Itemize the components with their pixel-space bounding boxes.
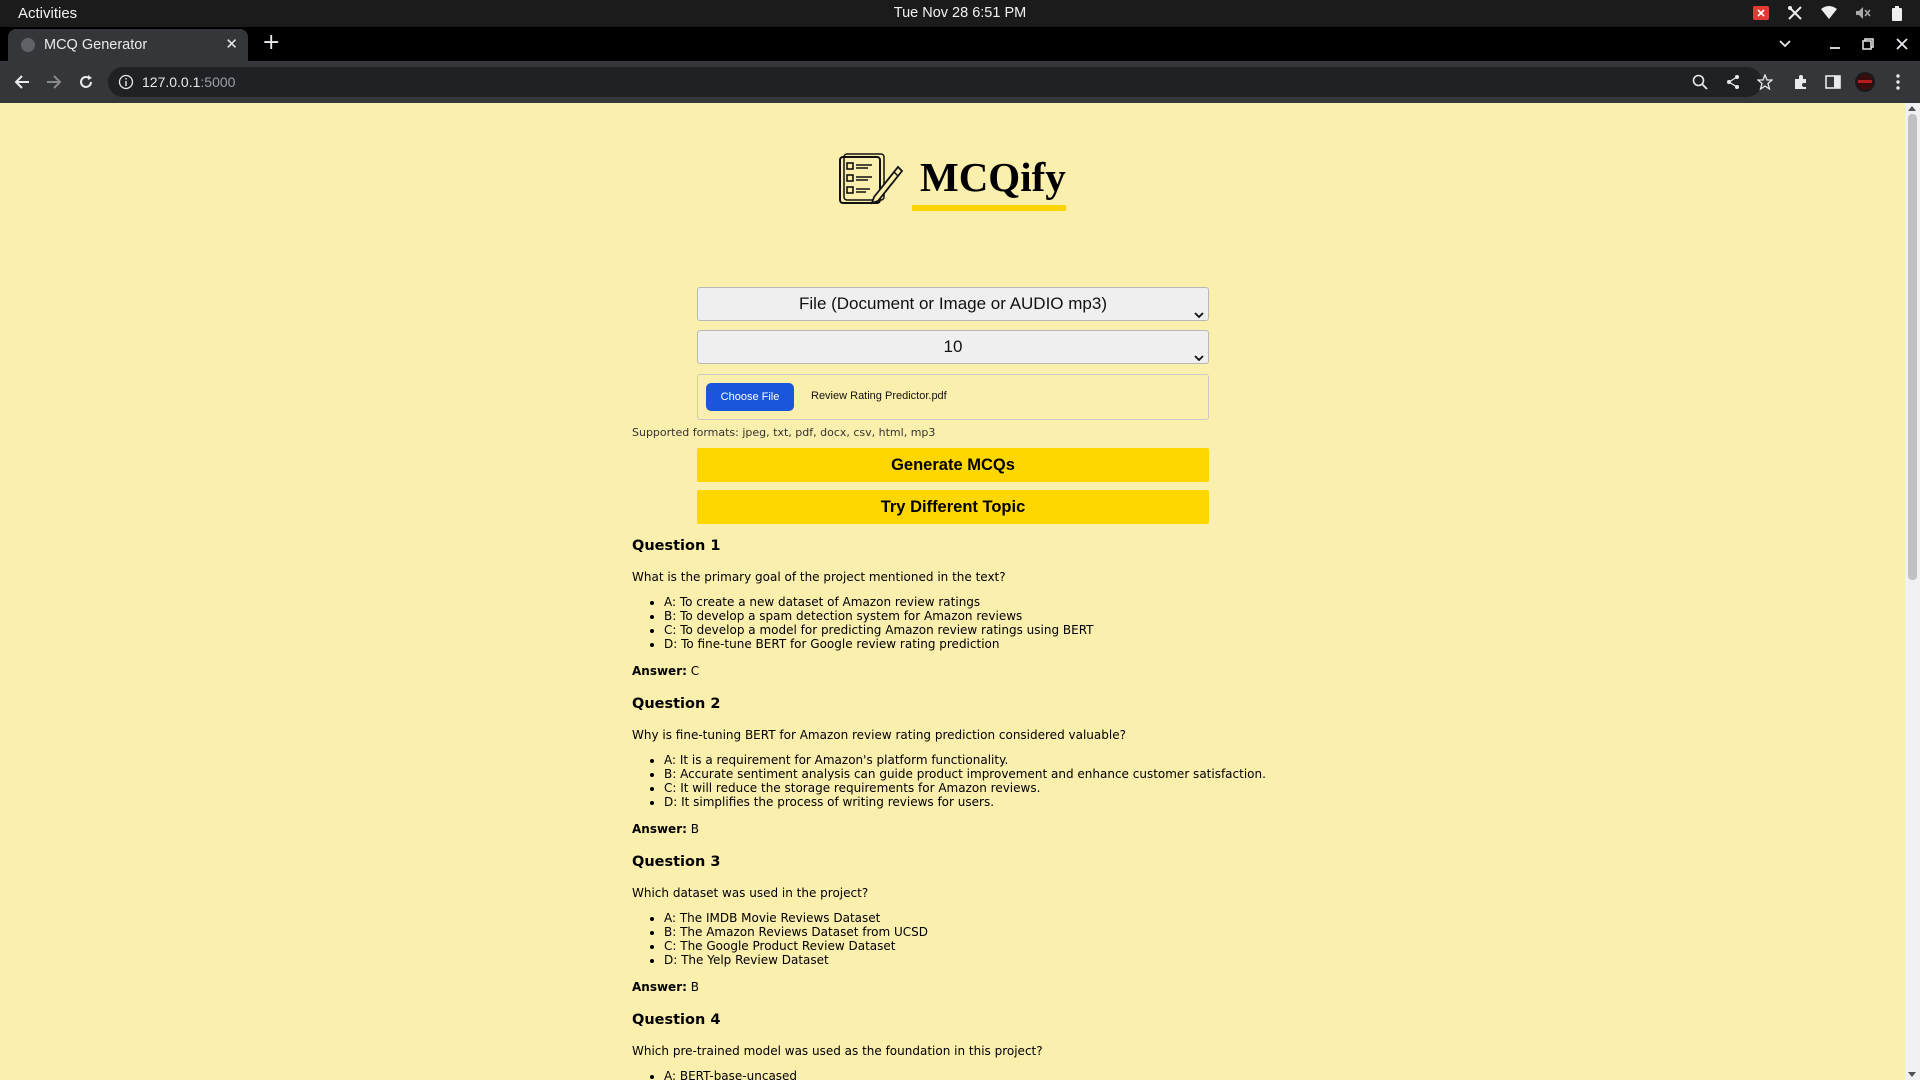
scrollbar-thumb[interactable] (1908, 114, 1917, 580)
browser-tab-strip: MCQ Generator ✕ (0, 27, 1920, 61)
browser-toolbar: 127.0.0.1:5000 (0, 61, 1920, 103)
chevron-down-icon (1194, 299, 1204, 319)
site-info-icon[interactable] (118, 74, 134, 90)
answer-label: Answer: (632, 980, 687, 994)
generate-mcqs-button[interactable]: Generate MCQs (697, 448, 1209, 482)
tab-mcq-generator[interactable]: MCQ Generator ✕ (8, 29, 248, 61)
minimize-icon[interactable] (1829, 27, 1841, 61)
close-tab-icon[interactable]: ✕ (225, 35, 238, 53)
option-item: A: It is a requirement for Amazon's plat… (664, 753, 1312, 767)
question-text: Which dataset was used in the project? (632, 886, 869, 900)
page-scrollbar[interactable] (1905, 103, 1920, 1080)
question-card: Question 1 What is the primary goal of t… (632, 538, 1312, 678)
try-different-topic-button[interactable]: Try Different Topic (697, 490, 1209, 524)
question-title: Question 2 (632, 696, 721, 712)
question-count-value: 10 (943, 337, 963, 356)
scroll-down-arrow-icon[interactable] (1908, 1072, 1916, 1077)
url-port: :5000 (200, 74, 236, 90)
options-list: A: To create a new dataset of Amazon rev… (632, 595, 1312, 651)
option-item: C: To develop a model for predicting Ama… (664, 623, 1312, 637)
chevron-down-icon (1194, 342, 1204, 362)
restore-icon[interactable] (1862, 27, 1874, 61)
chrome-menu-icon[interactable] (1888, 72, 1908, 92)
url-text: 127.0.0.1:5000 (142, 74, 235, 90)
question-title: Question 3 (632, 854, 721, 870)
choose-file-button[interactable]: Choose File (706, 383, 794, 411)
back-arrow-icon[interactable] (12, 72, 32, 92)
question-text: Which pre-trained model was used as the … (632, 1044, 1043, 1058)
options-list: A: The IMDB Movie Reviews Dataset B: The… (632, 911, 1312, 967)
options-list: A: BERT-base-uncased (632, 1069, 1312, 1080)
address-bar[interactable]: 127.0.0.1:5000 (108, 67, 1774, 97)
option-item: C: The Google Product Review Dataset (664, 939, 1312, 953)
clock[interactable]: Tue Nov 28 6:51 PM (0, 5, 1920, 21)
answer-value: B (690, 980, 699, 994)
option-item: A: The IMDB Movie Reviews Dataset (664, 911, 1312, 925)
extensions-puzzle-icon[interactable] (1791, 72, 1811, 92)
answer-line: Answer: C (632, 664, 1312, 678)
battery-icon[interactable] (1888, 4, 1906, 22)
quiz-checklist-icon (838, 153, 904, 207)
question-title: Question 1 (632, 538, 721, 554)
question-card: Question 4 Which pre-trained model was u… (632, 1012, 1312, 1080)
option-item: B: To develop a spam detection system fo… (664, 609, 1312, 623)
tab-search-icon[interactable] (1778, 27, 1792, 61)
system-top-bar: Activities Tue Nov 28 6:51 PM (0, 0, 1920, 27)
globe-icon (21, 38, 35, 52)
new-tab-button[interactable]: + (262, 30, 280, 55)
share-icon[interactable] (1725, 74, 1743, 92)
answer-line: Answer: B (632, 980, 1312, 994)
answer-label: Answer: (632, 822, 687, 836)
scroll-up-arrow-icon[interactable] (1908, 106, 1916, 111)
profile-avatar[interactable] (1855, 72, 1875, 92)
input-type-value: File (Document or Image or AUDIO mp3) (799, 294, 1107, 313)
question-card: Question 3 Which dataset was used in the… (632, 854, 1312, 994)
reload-icon[interactable] (76, 72, 96, 92)
page-content: MCQify File (Document or Image or AUDIO … (0, 103, 1905, 1080)
side-panel-icon[interactable] (1823, 72, 1843, 92)
option-item: D: The Yelp Review Dataset (664, 953, 1312, 967)
options-list: A: It is a requirement for Amazon's plat… (632, 753, 1312, 809)
wifi-icon[interactable] (1820, 4, 1838, 22)
answer-line: Answer: B (632, 822, 1312, 836)
selected-file-name: Review Rating Predictor.pdf (811, 390, 947, 402)
input-type-select[interactable]: File (Document or Image or AUDIO mp3) (697, 287, 1209, 321)
answer-label: Answer: (632, 664, 687, 678)
file-input[interactable]: Choose File Review Rating Predictor.pdf (697, 374, 1209, 420)
option-item: D: It simplifies the process of writing … (664, 795, 1312, 809)
screen-share-icon[interactable] (1752, 4, 1770, 22)
tab-title: MCQ Generator (44, 37, 148, 53)
option-item: A: To create a new dataset of Amazon rev… (664, 595, 1312, 609)
question-count-select[interactable]: 10 (697, 330, 1209, 364)
option-item: B: Accurate sentiment analysis can guide… (664, 767, 1312, 781)
option-item: C: It will reduce the storage requiremen… (664, 781, 1312, 795)
option-item: A: BERT-base-uncased (664, 1069, 1312, 1080)
brand-name: MCQify (920, 154, 1066, 200)
answer-value: C (690, 664, 700, 678)
option-item: B: The Amazon Reviews Dataset from UCSD (664, 925, 1312, 939)
forward-arrow-icon[interactable] (44, 72, 64, 92)
brand-underline (912, 205, 1066, 211)
option-item: D: To fine-tune BERT for Google review r… (664, 637, 1312, 651)
question-card: Question 2 Why is fine-tuning BERT for A… (632, 696, 1312, 836)
tools-icon[interactable] (1786, 4, 1804, 22)
zoom-icon[interactable] (1692, 74, 1710, 92)
question-text: Why is fine-tuning BERT for Amazon revie… (632, 728, 1126, 742)
question-text: What is the primary goal of the project … (632, 570, 1006, 584)
system-tray[interactable] (1752, 4, 1906, 22)
question-title: Question 4 (632, 1012, 721, 1028)
answer-value: B (690, 822, 699, 836)
supported-formats-note: Supported formats: jpeg, txt, pdf, docx,… (632, 426, 936, 439)
bookmark-star-icon[interactable] (1756, 73, 1775, 92)
volume-muted-icon[interactable] (1854, 4, 1872, 22)
close-window-icon[interactable] (1896, 27, 1908, 61)
url-host: 127.0.0.1 (142, 74, 201, 90)
